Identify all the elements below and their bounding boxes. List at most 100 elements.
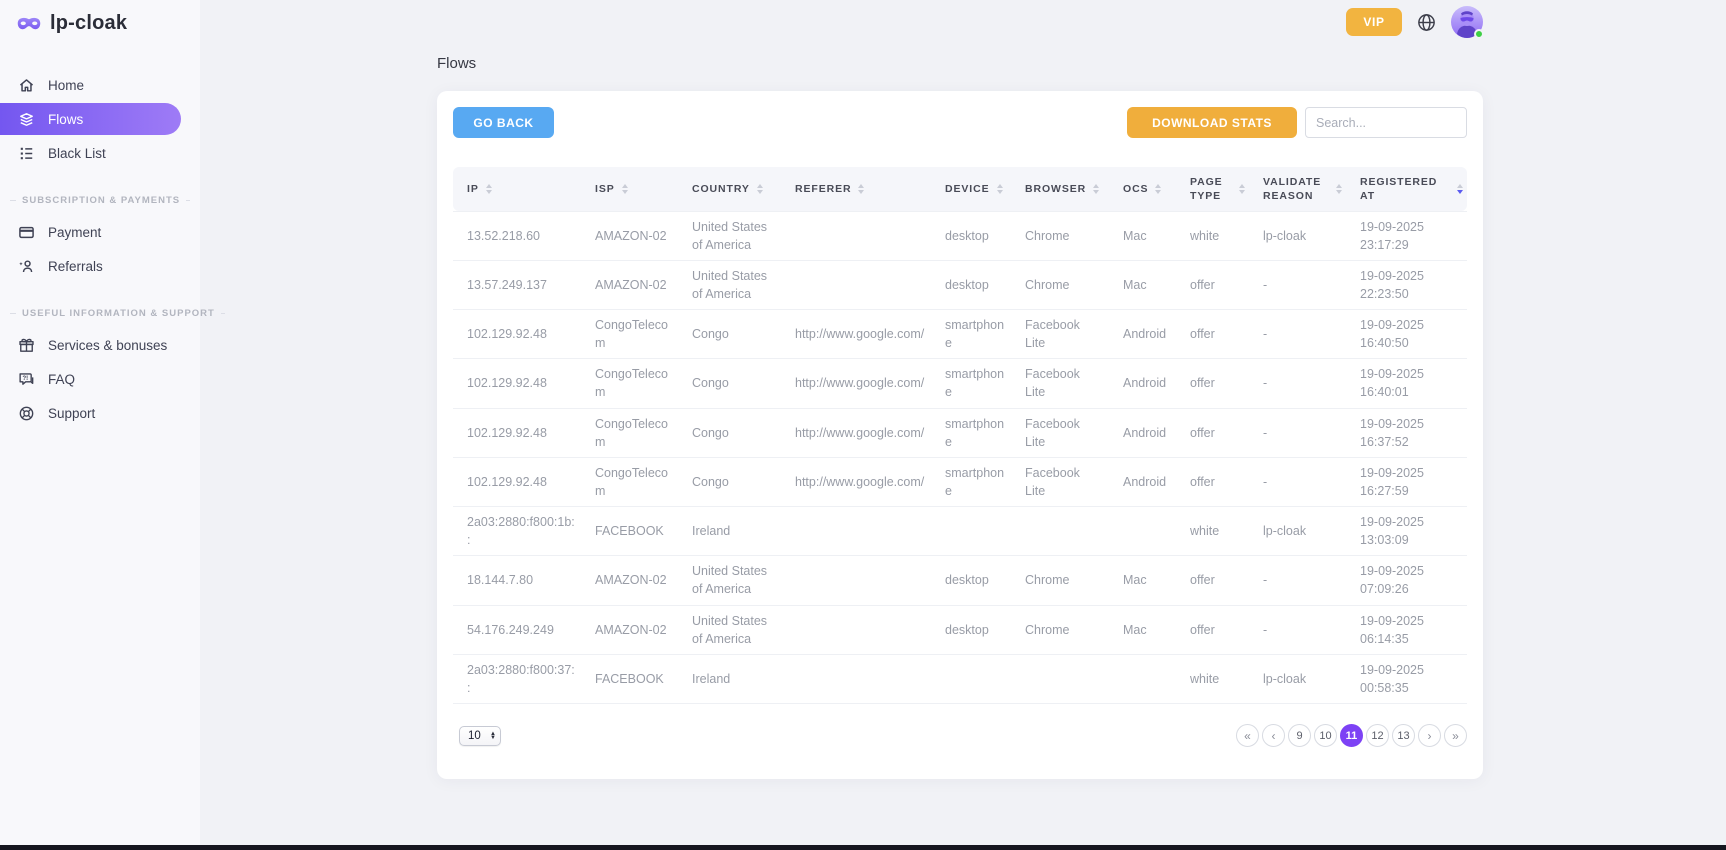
column-header-country[interactable]: COUNTRY [678, 167, 781, 211]
cell-browser: Chrome [1011, 211, 1109, 260]
flows-card: GO BACK DOWNLOAD STATS IP ISP COUNTRY RE… [437, 91, 1483, 779]
cell-isp: CongoTelecom [581, 359, 678, 408]
table-row: 102.129.92.48CongoTelecomCongohttp://www… [453, 457, 1467, 506]
cell-registered-at: 19-09-2025 00:58:35 [1346, 654, 1467, 703]
sort-icon [1336, 184, 1342, 194]
column-header-device[interactable]: DEVICE [931, 167, 1011, 211]
cell-validate-reason: - [1249, 310, 1346, 359]
home-icon [18, 77, 35, 94]
app-logo[interactable]: lp-cloak [0, 0, 200, 35]
cell-isp: FACEBOOK [581, 654, 678, 703]
column-header-label: PAGE TYPE [1190, 175, 1232, 203]
column-header-referer[interactable]: REFERER [781, 167, 931, 211]
column-header-ocs[interactable]: OCS [1109, 167, 1176, 211]
cell-device: smartphone [931, 408, 1011, 457]
cell-ip: 102.129.92.48 [453, 359, 581, 408]
pagination-row: 10 ▲▼ «‹910111213›» [453, 724, 1467, 747]
app-title: lp-cloak [50, 12, 127, 35]
cell-referer [781, 260, 931, 309]
pagination-first-button[interactable]: « [1236, 724, 1259, 747]
svg-text:?!: ?! [22, 375, 28, 381]
cell-validate-reason: - [1249, 605, 1346, 654]
column-header-label: BROWSER [1025, 182, 1086, 196]
sort-icon [1239, 184, 1245, 194]
cell-device: desktop [931, 556, 1011, 605]
cell-referer [781, 556, 931, 605]
sidebar-item-faq[interactable]: ?! FAQ [0, 363, 200, 395]
cell-page-type: white [1176, 211, 1249, 260]
column-header-validate-reason[interactable]: VALIDATE REASON [1249, 167, 1346, 211]
sidebar-item-support[interactable]: Support [0, 397, 200, 429]
stepper-icon: ▲▼ [490, 732, 496, 740]
cell-ip: 102.129.92.48 [453, 310, 581, 359]
cell-browser: Chrome [1011, 260, 1109, 309]
cell-ocs: Mac [1109, 211, 1176, 260]
sidebar-item-label: Services & bonuses [48, 338, 167, 353]
cell-country: Congo [678, 359, 781, 408]
sidebar-item-flows[interactable]: Flows [0, 103, 181, 135]
sidebar-item-home[interactable]: Home [0, 69, 200, 101]
cell-referer [781, 654, 931, 703]
cell-page-type: offer [1176, 310, 1249, 359]
column-header-label: DEVICE [945, 182, 990, 196]
go-back-button[interactable]: GO BACK [453, 107, 554, 138]
download-stats-button[interactable]: DOWNLOAD STATS [1127, 107, 1297, 138]
sidebar-item-services-bonuses[interactable]: Services & bonuses [0, 329, 200, 361]
column-header-browser[interactable]: BROWSER [1011, 167, 1109, 211]
cell-validate-reason: lp-cloak [1249, 507, 1346, 556]
pagination-next-button[interactable]: › [1418, 724, 1441, 747]
cell-device: desktop [931, 605, 1011, 654]
cell-registered-at: 19-09-2025 16:37:52 [1346, 408, 1467, 457]
cell-validate-reason: - [1249, 457, 1346, 506]
cell-isp: AMAZON-02 [581, 211, 678, 260]
cell-isp: CongoTelecom [581, 408, 678, 457]
cell-page-type: white [1176, 654, 1249, 703]
column-header-isp[interactable]: ISP [581, 167, 678, 211]
cell-country: United States of America [678, 605, 781, 654]
table-row: 102.129.92.48CongoTelecomCongohttp://www… [453, 359, 1467, 408]
cell-referer [781, 211, 931, 260]
toolbar: GO BACK DOWNLOAD STATS [453, 107, 1467, 138]
cell-ip: 13.57.249.137 [453, 260, 581, 309]
cell-isp: AMAZON-02 [581, 260, 678, 309]
pagination-page-11[interactable]: 11 [1340, 724, 1363, 747]
sidebar-item-black-list[interactable]: Black List [0, 137, 200, 169]
search-input[interactable] [1305, 107, 1467, 138]
pager: «‹910111213›» [1236, 724, 1467, 747]
flows-table: IP ISP COUNTRY REFERER DEVICE BROWSER OC… [453, 167, 1467, 704]
page-size-select[interactable]: 10 ▲▼ [459, 726, 501, 746]
cell-browser: Facebook Lite [1011, 408, 1109, 457]
column-header-ip[interactable]: IP [453, 167, 581, 211]
pagination-page-13[interactable]: 13 [1392, 724, 1415, 747]
pagination-last-button[interactable]: » [1444, 724, 1467, 747]
pagination-prev-button[interactable]: ‹ [1262, 724, 1285, 747]
sidebar-item-payment[interactable]: Payment [0, 216, 200, 248]
cell-ocs: Android [1109, 310, 1176, 359]
sidebar-item-referrals[interactable]: Referrals [0, 250, 200, 282]
cell-page-type: offer [1176, 556, 1249, 605]
support-icon [18, 405, 35, 422]
pagination-page-12[interactable]: 12 [1366, 724, 1389, 747]
cell-country: Congo [678, 457, 781, 506]
table-row: 102.129.92.48CongoTelecomCongohttp://www… [453, 310, 1467, 359]
gift-icon [18, 337, 35, 354]
cell-registered-at: 19-09-2025 23:17:29 [1346, 211, 1467, 260]
cell-registered-at: 19-09-2025 16:27:59 [1346, 457, 1467, 506]
cell-isp: CongoTelecom [581, 310, 678, 359]
cell-referer: http://www.google.com/ [781, 408, 931, 457]
cell-ocs: Android [1109, 408, 1176, 457]
column-header-page-type[interactable]: PAGE TYPE [1176, 167, 1249, 211]
table-row: 2a03:2880:f800:37::FACEBOOKIrelandwhitel… [453, 654, 1467, 703]
pagination-page-9[interactable]: 9 [1288, 724, 1311, 747]
cell-validate-reason: lp-cloak [1249, 211, 1346, 260]
cell-device: smartphone [931, 310, 1011, 359]
cell-device: desktop [931, 260, 1011, 309]
cell-ocs: Mac [1109, 260, 1176, 309]
cell-registered-at: 19-09-2025 22:23:50 [1346, 260, 1467, 309]
pagination-page-10[interactable]: 10 [1314, 724, 1337, 747]
column-header-registered-at[interactable]: REGISTERED AT [1346, 167, 1467, 211]
table-row: 2a03:2880:f800:1b::FACEBOOKIrelandwhitel… [453, 507, 1467, 556]
cell-ocs: Android [1109, 457, 1176, 506]
cell-country: United States of America [678, 260, 781, 309]
sidebar-item-label: Payment [48, 225, 101, 240]
